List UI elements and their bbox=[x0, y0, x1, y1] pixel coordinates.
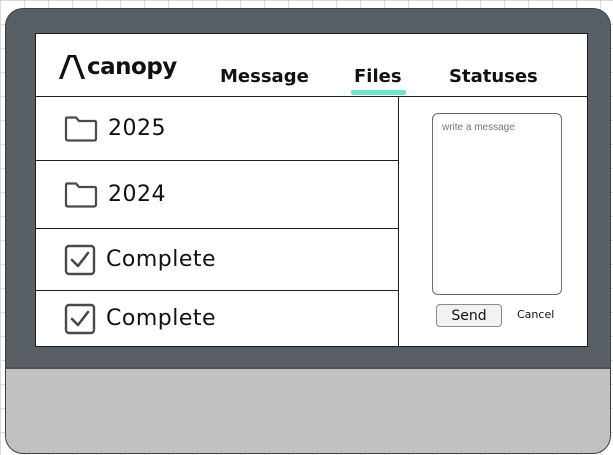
tab-message[interactable]: Message bbox=[220, 66, 309, 88]
device-frame: canopy Message Files Statuses 2025 2024 … bbox=[5, 8, 611, 454]
message-input[interactable] bbox=[432, 113, 562, 295]
logo-text: canopy bbox=[87, 53, 177, 80]
list-item[interactable]: 2025 bbox=[36, 97, 398, 161]
folder-icon bbox=[64, 181, 98, 208]
top-nav-bar: canopy Message Files Statuses bbox=[36, 34, 587, 97]
canopy-logo-icon bbox=[59, 55, 85, 79]
send-button[interactable]: Send bbox=[436, 304, 502, 327]
file-list: 2025 2024 Complete Complete bbox=[36, 97, 399, 346]
message-panel: Send Cancel bbox=[399, 97, 587, 346]
checkbox-checked-icon[interactable] bbox=[64, 303, 96, 335]
list-item[interactable]: 2024 bbox=[36, 161, 398, 229]
folder-icon bbox=[64, 115, 98, 142]
list-item-label: Complete bbox=[106, 306, 217, 331]
device-chin bbox=[6, 367, 610, 453]
cancel-button[interactable]: Cancel bbox=[517, 308, 554, 321]
active-tab-indicator bbox=[351, 90, 406, 95]
logo: canopy bbox=[59, 55, 177, 79]
list-item-label: Complete bbox=[106, 247, 217, 272]
list-item[interactable]: Complete bbox=[36, 229, 398, 291]
list-item-label: 2024 bbox=[108, 182, 166, 207]
app-screen: canopy Message Files Statuses 2025 2024 … bbox=[35, 33, 588, 347]
list-item[interactable]: Complete bbox=[36, 291, 398, 346]
list-item-label: 2025 bbox=[108, 116, 166, 141]
tab-files[interactable]: Files bbox=[354, 66, 402, 88]
tab-statuses[interactable]: Statuses bbox=[449, 66, 538, 88]
checkbox-checked-icon[interactable] bbox=[64, 244, 96, 276]
